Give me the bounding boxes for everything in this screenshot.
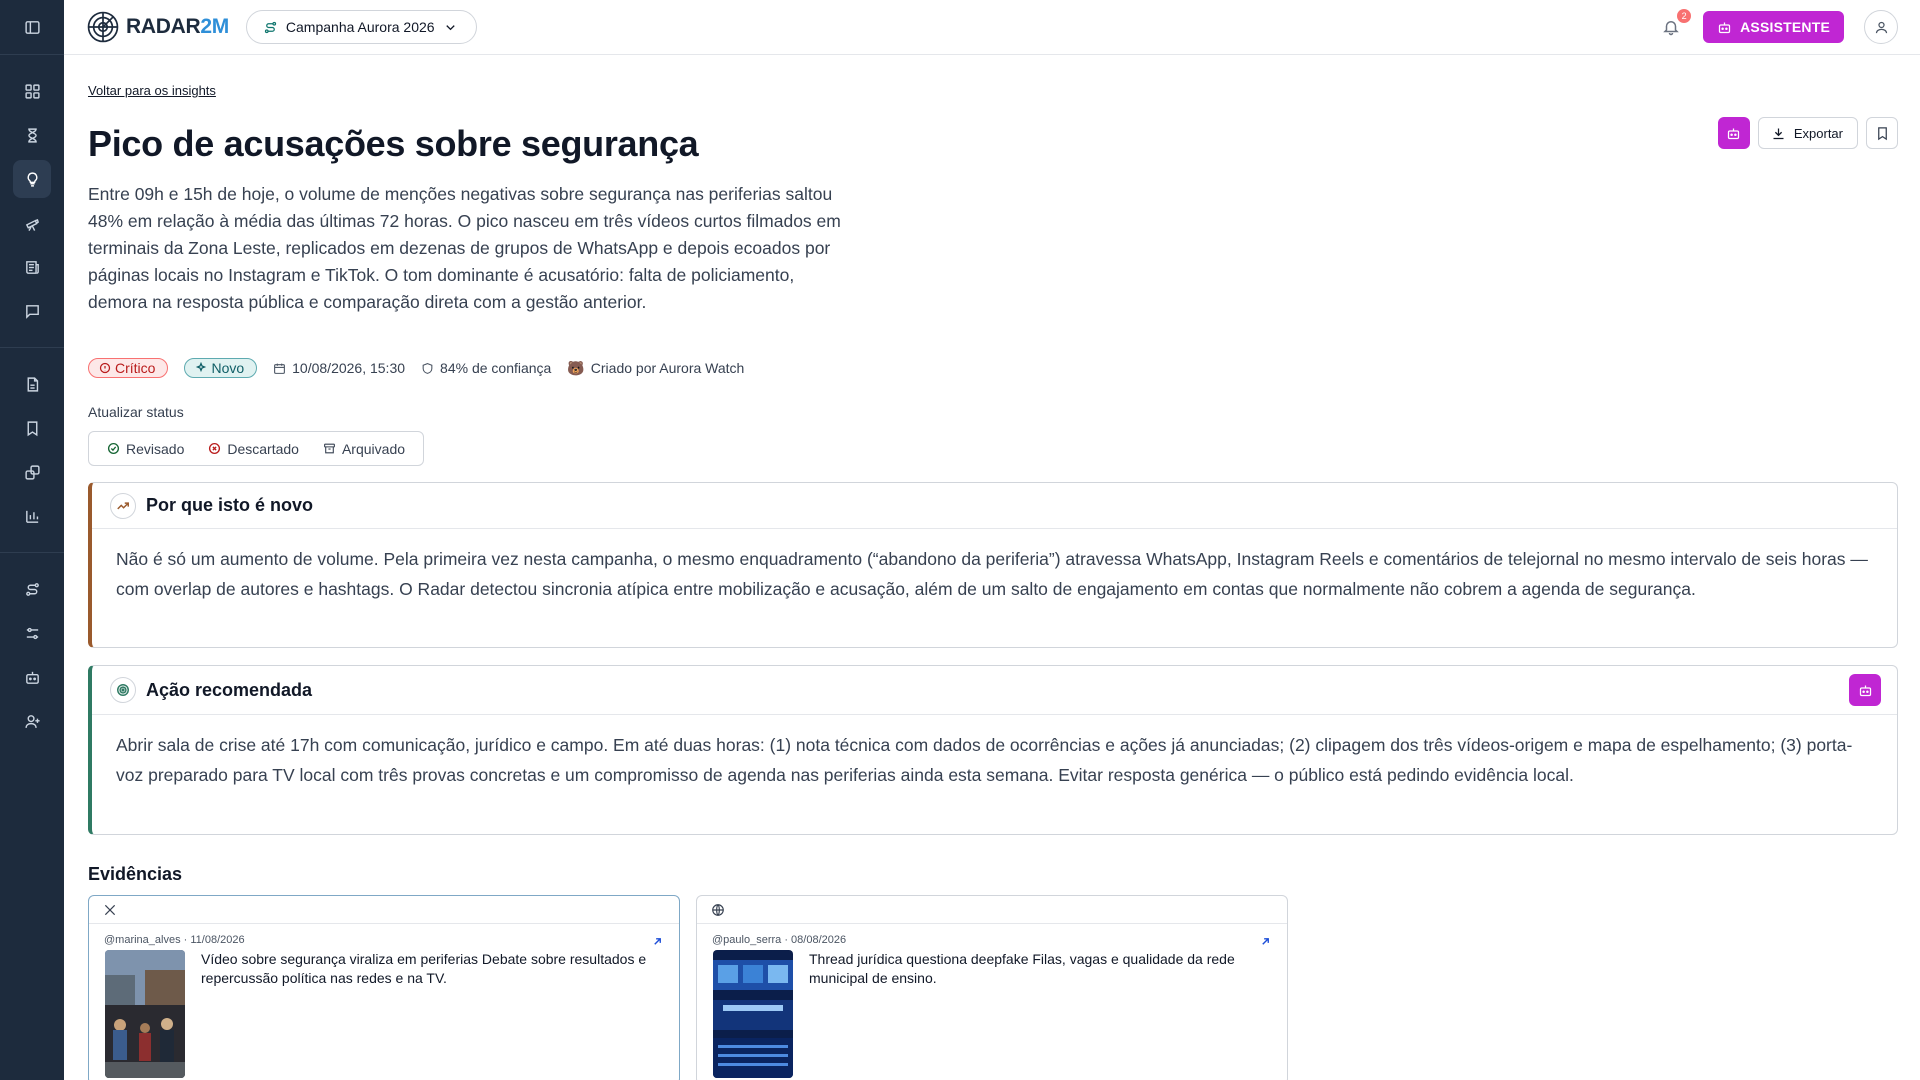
why-new-header: Por que isto é novo [92,483,1897,529]
telescope-icon[interactable] [13,204,51,242]
user-icon [1875,21,1887,33]
assistant-button[interactable]: ASSISTENTE [1703,11,1844,43]
assistant-label: ASSISTENTE [1740,19,1830,35]
campaign-selector[interactable]: Campanha Aurora 2026 [245,10,477,44]
calendar-icon [274,363,286,374]
sidebar-group-settings [0,553,64,757]
status-archived-button[interactable]: Arquivado [311,432,417,465]
hourglass-icon[interactable] [13,116,51,154]
creator: 🐻 Criado por Aurora Watch [567,359,745,377]
x-logo-icon [104,904,116,915]
bot-icon [1718,22,1731,33]
target-icon [110,677,136,703]
add-user-icon[interactable] [13,702,51,740]
sparkles-icon [196,362,207,373]
recommended-action-title: Ação recomendada [146,679,313,700]
route-icon[interactable] [13,570,51,608]
x-circle-icon [209,442,221,455]
campaign-name: Campanha Aurora 2026 [285,19,435,35]
lightbulb-icon[interactable] [13,160,51,198]
bot-icon [1859,685,1871,696]
bell-icon [1663,21,1679,36]
why-new-card: Por que isto é novo Não é só um aumento … [88,482,1898,648]
status-reviewed-button[interactable]: Revisado [95,432,196,465]
shield-icon [422,362,433,374]
creator-emoji: 🐻 [567,359,585,376]
top-header: RADAR2M Campanha Aurora 2026 2 ASSISTENT… [64,0,1920,55]
bot-icon [1728,128,1740,139]
ai-assist-button[interactable] [1717,117,1750,149]
evidence-source [89,896,679,924]
globe-icon [712,903,724,916]
status-discarded-button[interactable]: Descartado [196,432,311,465]
user-avatar[interactable] [1864,10,1898,44]
why-new-body: Não é só um aumento de volume. Pela prim… [116,549,1868,599]
bookmark-button[interactable] [1866,117,1898,149]
insight-summary: Entre 09h e 15h de hoje, o volume de men… [88,184,841,312]
severity-badge: Crítico [88,358,169,378]
evidence-thumbnail [713,950,793,1078]
sidebar-top [0,0,64,55]
sidebar-group-main [0,55,64,348]
chevron-down-icon [445,24,455,30]
status-toggle-group: Revisado Descartado Arquivado [88,431,425,466]
evidence-text: Vídeo sobre segurança viraliza em perife… [201,951,647,986]
status-badge: Novo [184,358,258,378]
route-icon [264,21,277,33]
dashboard-icon[interactable] [13,72,51,110]
notification-count-badge: 2 [1677,9,1692,23]
document-icon[interactable] [13,365,51,403]
evidence-thumbnail [105,950,185,1078]
insight-detail: Voltar para os insights Pico de acusaçõe… [88,55,1898,1080]
confidence-level: 84% de confiança [421,360,551,376]
bar-chart-icon[interactable] [13,497,51,535]
page-actions: Exportar [1717,117,1898,149]
sidebar [0,0,64,1080]
trending-up-icon [110,492,136,519]
evidence-text: Thread jurídica questiona deepfake Filas… [809,951,1235,986]
recommended-action-card: Ação recomendada Abrir sala de crise até… [88,665,1898,835]
update-status-label: Atualizar status [88,404,184,420]
evidence-card[interactable]: @paulo_serra · 08/08/2026 Thread jurídic… [696,895,1288,1080]
insight-meta: Crítico Novo 10/08/2026, 15:30 84% de co… [88,358,744,378]
page-title: Pico de acusações sobre segurança [88,123,699,164]
back-to-insights-link[interactable]: Voltar para os insights [88,83,216,98]
links-icon[interactable] [13,453,51,491]
alert-circle-icon [99,362,111,374]
bot-icon[interactable] [13,658,51,696]
radar-logo-icon [87,11,119,43]
evidence-source [697,896,1287,924]
download-icon [1773,128,1784,139]
filters-icon[interactable] [13,614,51,652]
sidebar-group-content [0,348,64,553]
evidence-author-date: @paulo_serra · 08/08/2026 [712,934,847,946]
notifications-button[interactable]: 2 [1659,9,1692,39]
newspaper-icon[interactable] [13,248,51,286]
evidence-card[interactable]: @marina_alves · 11/08/2026 Vídeo sobre s… [88,895,680,1080]
bookmark-icon [1877,126,1887,140]
evidence-title: Evidências [88,864,183,884]
recommended-action-header: Ação recomendada [92,666,1897,715]
archive-icon [324,443,335,454]
app-logo[interactable]: RADAR2M [86,10,229,44]
chat-icon[interactable] [13,292,51,330]
recommended-action-body: Abrir sala de crise até 17h com comunica… [116,735,1853,785]
check-circle-icon [107,442,120,455]
created-datetime: 10/08/2026, 15:30 [273,360,405,376]
export-label: Exportar [1793,125,1843,141]
export-button[interactable]: Exportar [1757,117,1858,149]
app-name: RADAR2M [126,15,229,38]
evidence-author-date: @marina_alves · 11/08/2026 [104,934,245,946]
why-new-title: Por que isto é novo [146,495,314,515]
action-ai-button[interactable] [1849,674,1881,706]
bookmark-icon[interactable] [13,409,51,447]
toggle-sidebar-icon[interactable] [13,8,51,46]
